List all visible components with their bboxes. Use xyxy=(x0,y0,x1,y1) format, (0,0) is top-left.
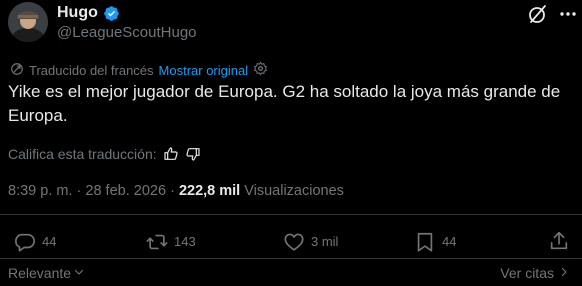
meta-separator: · xyxy=(76,183,82,199)
like-count: 3 mil xyxy=(311,234,339,249)
repost-count: 143 xyxy=(174,234,196,249)
translation-notice: Traducido del francés Mostrar original xyxy=(10,61,268,80)
chevron-down-icon xyxy=(73,264,85,282)
gear-icon[interactable] xyxy=(253,61,268,80)
reply-button[interactable]: 44 xyxy=(14,230,56,254)
verified-badge-icon xyxy=(103,5,120,22)
author-handle[interactable]: @LeagueScoutHugo xyxy=(57,24,197,42)
sort-replies-dropdown[interactable]: Relevante xyxy=(8,264,85,282)
tweet-date[interactable]: 28 feb. 2026 xyxy=(85,183,166,199)
reply-icon xyxy=(14,231,36,253)
rate-translation: Califica esta traducción: xyxy=(8,145,201,163)
repost-button[interactable]: 143 xyxy=(146,230,196,254)
quotes-label: Ver citas xyxy=(500,265,554,281)
avatar-image xyxy=(8,2,48,42)
tweet-time[interactable]: 8:39 p. m. xyxy=(8,183,72,199)
bookmark-button[interactable]: 44 xyxy=(414,230,456,254)
display-name[interactable]: Hugo xyxy=(57,3,98,23)
bookmark-icon xyxy=(414,231,436,253)
author-name-row: Hugo xyxy=(57,3,120,23)
like-button[interactable]: 3 mil xyxy=(283,230,338,254)
views-count: 222,8 mil xyxy=(178,183,241,199)
translated-label: Traducido del francés xyxy=(29,62,154,78)
chevron-right-icon xyxy=(558,264,570,282)
rate-label: Califica esta traducción: xyxy=(8,146,157,162)
share-button[interactable] xyxy=(548,230,570,252)
heart-icon xyxy=(283,231,305,253)
show-original-link[interactable]: Mostrar original xyxy=(159,63,249,79)
divider xyxy=(0,214,582,215)
action-bar: 44 143 3 mil 44 xyxy=(0,230,582,254)
divider xyxy=(0,258,582,259)
tweet: Hugo @LeagueScoutHugo Traducido del fran… xyxy=(0,0,582,286)
sort-label: Relevante xyxy=(8,265,72,281)
more-icon[interactable] xyxy=(557,3,579,25)
tweet-text: Yike es el mejor jugador de Europa. G2 h… xyxy=(8,82,561,125)
tweet-meta: 8:39 p. m. · 28 feb. 2026 · 222,8 mil Vi… xyxy=(8,182,344,200)
bookmark-count: 44 xyxy=(442,234,457,249)
meta-separator: · xyxy=(170,183,175,199)
reply-count: 44 xyxy=(42,234,57,249)
thumbs-up-icon[interactable] xyxy=(163,146,179,162)
repost-icon xyxy=(146,231,168,253)
view-quotes-link[interactable]: Ver citas xyxy=(500,264,570,282)
avatar[interactable] xyxy=(8,2,48,42)
translate-icon xyxy=(10,62,24,80)
thumbs-down-icon[interactable] xyxy=(185,146,201,162)
views-label: Visualizaciones xyxy=(244,183,344,199)
grok-icon[interactable] xyxy=(526,2,550,26)
share-icon xyxy=(548,230,570,252)
